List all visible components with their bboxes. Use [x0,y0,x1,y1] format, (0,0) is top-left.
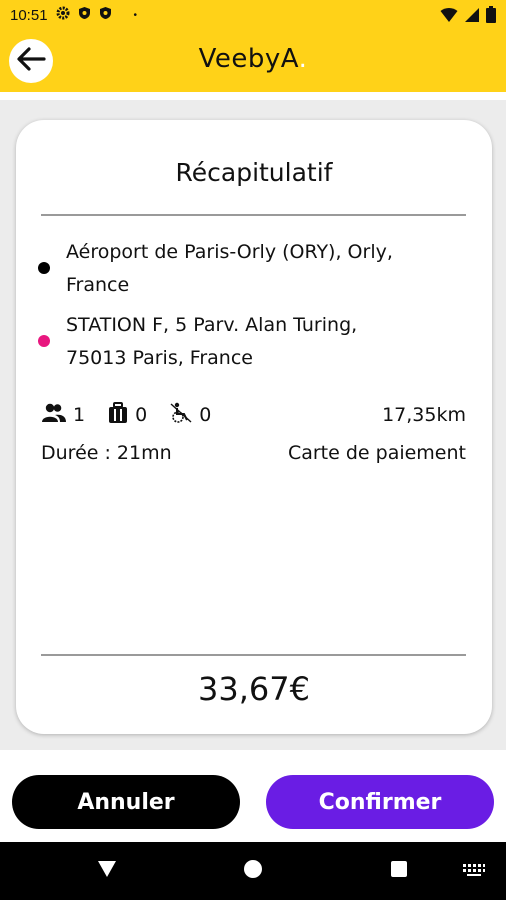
passengers-icon [41,403,73,428]
wheelchair-icon [169,402,199,429]
summary-card: Récapitulatif Aéroport de Paris-Orly (OR… [16,120,492,734]
pickup-dot-icon [38,262,50,274]
gear-icon [56,6,70,24]
cancel-button[interactable]: Annuler [12,775,240,829]
battery-icon [486,6,496,27]
pickup-line2: France [66,274,130,296]
trip-price: 33,67€ [198,670,310,708]
dropoff-dot-icon [38,335,50,347]
passengers-count: 1 [73,404,86,426]
logo-text: VeebyA [198,44,299,74]
status-time: 10:51 [10,6,48,24]
summary-title: Récapitulatif [175,158,333,187]
trip-stats: 1 0 0 17,35km [41,400,466,430]
payment-method: Carte de paiement [287,442,466,464]
signal-icon [464,7,480,27]
trip-distance: 17,35km [382,404,466,426]
recents-square-icon [390,860,408,882]
status-notification-dot: • [133,9,138,21]
nav-back-button[interactable] [82,842,132,900]
nav-home-button[interactable] [228,842,278,900]
nav-recents-button[interactable] [374,842,424,900]
status-bar: 10:51 • [0,0,506,30]
system-nav-bar [0,842,506,900]
confirm-button[interactable]: Confirmer [266,775,494,829]
dropoff-line2: 75013 Paris, France [66,347,253,369]
keyboard-icon [462,862,486,881]
dropoff-line1: STATION F, 5 Parv. Alan Turing, [66,314,358,336]
luggage-count: 0 [135,404,148,426]
top-divider [41,214,466,216]
wifi-icon [440,7,458,27]
logo-dot: . [298,44,308,74]
shield-icon [99,6,112,24]
pickup-line1: Aéroport de Paris-Orly (ORY), Orly, [66,241,393,263]
wheelchair-count: 0 [199,404,212,426]
passengers-stat: 1 [41,403,85,428]
trip-info: Durée : 21mn Carte de paiement [41,438,466,468]
home-circle-icon [243,859,263,883]
trip-duration: Durée : 21mn [41,442,172,464]
luggage-stat: 0 [107,401,148,429]
shield-icon [78,6,91,24]
wheelchair-stat: 0 [169,402,211,429]
bottom-divider [41,654,466,656]
back-triangle-icon [97,860,117,882]
luggage-icon [107,401,135,429]
nav-keyboard-button[interactable] [452,842,496,900]
app-logo: VeebyA. [0,44,506,74]
app-header: VeebyA. [0,30,506,92]
